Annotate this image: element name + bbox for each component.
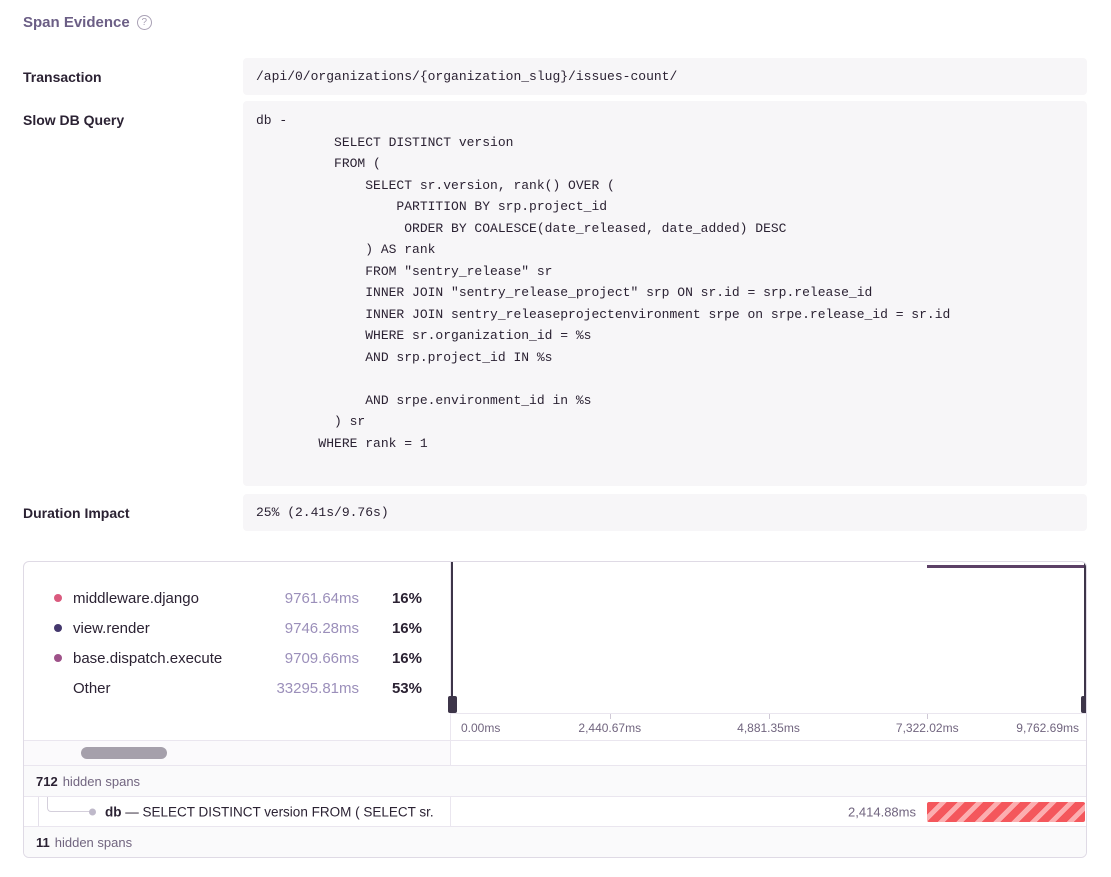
hidden-spans-label: hidden spans [55,835,132,850]
legend-item-duration: 9709.66ms [285,650,359,667]
minimap-column: 0.00ms 2,440.67ms 4,881.35ms 7,322.02ms … [451,562,1086,740]
slow-db-query-label: Slow DB Query [23,101,243,128]
span-duration-bar [927,802,1085,822]
duration-impact-row: Duration Impact 25% (2.41s/9.76s) [23,494,1087,531]
time-axis: 0.00ms 2,440.67ms 4,881.35ms 7,322.02ms … [451,713,1086,740]
legend-item-label: middleware.django [73,590,274,607]
axis-tick [769,714,770,719]
legend-color-dot [54,684,62,692]
legend-color-dot [54,654,62,662]
minimap-right-handle[interactable] [1084,562,1086,713]
transaction-row: Transaction /api/0/organizations/{organi… [23,58,1087,95]
legend-color-dot [54,594,62,602]
transaction-label: Transaction [23,58,243,85]
legend-item-percent: 16% [370,620,422,637]
legend-item: view.render 9746.28ms 16% [24,613,450,643]
legend-item-label: base.dispatch.execute [73,650,274,667]
hidden-spans-count: 712 [36,774,58,789]
minimap-viewport[interactable] [451,562,1086,713]
duration-impact-value: 25% (2.41s/9.76s) [243,494,1087,531]
legend-item-percent: 16% [370,650,422,667]
span-description: db — SELECT DISTINCT version FROM ( SELE… [105,804,450,819]
axis-label: 9,762.69ms [1016,721,1079,735]
tree-connector [47,797,92,812]
span-waterfall-panel: middleware.django 9761.64ms 16% view.ren… [23,561,1087,858]
span-dash: — [125,804,142,819]
tree-guide-line [38,797,39,826]
axis-label: 2,440.67ms [578,721,641,735]
tree-node-dot-icon [89,808,96,815]
axis-label: 4,881.35ms [737,721,800,735]
hidden-spans-label: hidden spans [63,774,140,789]
tree-scrollbar-spacer [451,741,1086,765]
slow-db-query-row: Slow DB Query db - SELECT DISTINCT versi… [23,101,1087,486]
legend-item: base.dispatch.execute 9709.66ms 16% [24,643,450,673]
legend-item-duration: 33295.81ms [276,680,359,697]
legend-item-duration: 9746.28ms [285,620,359,637]
legend-item-label: view.render [73,620,274,637]
span-row-timeline-cell: 2,414.88ms [451,797,1086,826]
axis-tick [927,714,928,719]
axis-tick [610,714,611,719]
minimap-span-bar [927,565,1086,568]
span-duration: 2,414.88ms [848,804,916,819]
hidden-spans-row-after[interactable]: 11 hidden spans [24,826,1086,857]
legend-item: Other 33295.81ms 53% [24,673,450,703]
tree-scrollbar-row [24,740,1086,765]
legend-item-percent: 53% [370,680,422,697]
hidden-spans-count: 11 [36,835,50,850]
minimap-left-handle[interactable] [451,562,453,713]
transaction-value: /api/0/organizations/{organization_slug}… [243,58,1087,95]
span-evidence-section: Span Evidence ? Transaction /api/0/organ… [0,0,1111,858]
axis-label: 7,322.02ms [896,721,959,735]
hidden-spans-row-before[interactable]: 712 hidden spans [24,765,1086,796]
section-header: Span Evidence ? [23,14,1087,31]
span-query-snippet: SELECT DISTINCT version FROM ( SELECT sr… [143,804,434,819]
span-row-db[interactable]: db — SELECT DISTINCT version FROM ( SELE… [24,796,1086,826]
axis-label: 0.00ms [461,721,500,735]
help-icon[interactable]: ? [137,15,152,30]
legend-item-label: Other [73,680,265,697]
sql-query-value: db - SELECT DISTINCT version FROM ( SELE… [243,101,1087,486]
legend-item: middleware.django 9761.64ms 16% [24,583,450,613]
minimap-right-grip[interactable] [1081,696,1088,713]
page-title: Span Evidence [23,14,130,31]
panel-top: middleware.django 9761.64ms 16% view.ren… [24,562,1086,740]
duration-impact-label: Duration Impact [23,494,243,521]
tree-scrollbar-track[interactable] [24,741,451,765]
tree-scrollbar-thumb[interactable] [81,747,167,759]
span-row-tree-cell: db — SELECT DISTINCT version FROM ( SELE… [24,797,451,826]
span-ops-legend: middleware.django 9761.64ms 16% view.ren… [24,562,451,740]
legend-item-percent: 16% [370,590,422,607]
sql-query-text: db - SELECT DISTINCT version FROM ( SELE… [243,101,1087,486]
minimap-left-grip[interactable] [448,696,457,713]
legend-color-dot [54,624,62,632]
legend-item-duration: 9761.64ms [285,590,359,607]
span-op: db [105,804,122,819]
